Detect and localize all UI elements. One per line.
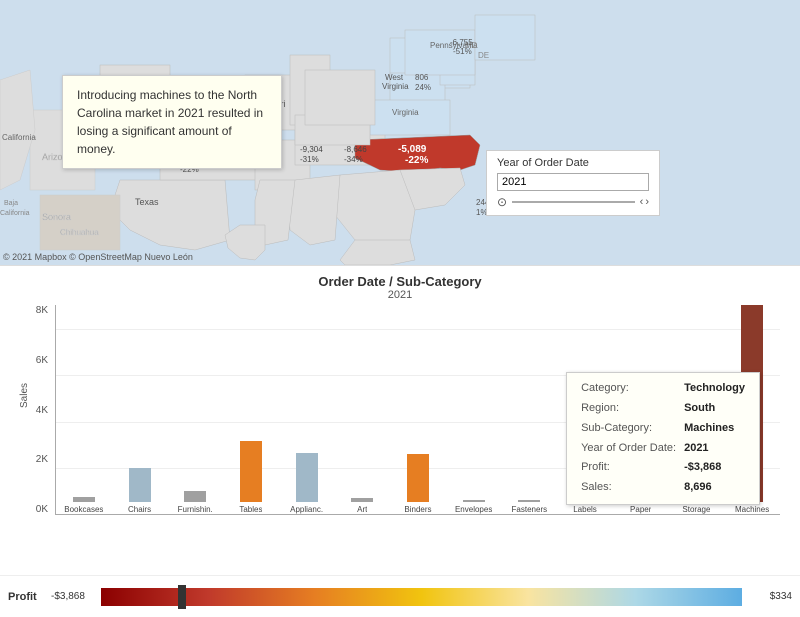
y-tick-0K: 0K xyxy=(36,504,48,515)
tooltip-sales-value: 8,696 xyxy=(680,478,749,498)
annotation-text: Introducing machines to the North Caroli… xyxy=(77,88,263,156)
next-arrow[interactable]: › xyxy=(645,196,649,208)
bar-label-11: Storage xyxy=(682,505,710,514)
y-tick-4K: 4K xyxy=(36,405,48,416)
year-filter[interactable]: Year of Order Date ⊙ ‹ › xyxy=(486,150,660,216)
bar-group-6[interactable]: Binders xyxy=(390,305,446,514)
svg-text:-9,304: -9,304 xyxy=(300,145,323,154)
svg-text:-31%: -31% xyxy=(300,155,319,164)
svg-text:West: West xyxy=(385,73,404,82)
tooltip-subcategory-label: Sub-Category: xyxy=(577,419,680,439)
bar-furnishin.[interactable] xyxy=(184,491,206,502)
tooltip-subcategory-value: Machines xyxy=(680,419,749,439)
profit-section: Profit -$3,868 $334 xyxy=(0,575,800,617)
profit-indicator xyxy=(178,585,186,609)
bar-binders[interactable] xyxy=(407,454,429,502)
svg-text:Virginia: Virginia xyxy=(382,82,409,91)
svg-text:Baja: Baja xyxy=(4,200,18,207)
profit-gradient-bar xyxy=(101,588,742,606)
tooltip-year-value: 2021 xyxy=(680,439,749,459)
svg-text:Virginia: Virginia xyxy=(392,108,419,117)
svg-text:Chihuahua: Chihuahua xyxy=(60,228,99,237)
chart-tooltip: Category: Technology Region: South Sub-C… xyxy=(566,372,760,505)
y-tick-6K: 6K xyxy=(36,355,48,366)
tooltip-profit-label: Profit: xyxy=(577,458,680,478)
year-filter-input[interactable] xyxy=(497,173,649,191)
bar-label-3: Tables xyxy=(239,505,262,514)
bar-label-2: Furnishin. xyxy=(178,505,213,514)
bar-label-9: Labels xyxy=(573,505,597,514)
bar-label-5: Art xyxy=(357,505,367,514)
bar-group-4[interactable]: Applianc. xyxy=(279,305,335,514)
bar-label-0: Bookcases xyxy=(64,505,103,514)
year-filter-controls: ⊙ ‹ › xyxy=(497,195,649,209)
annotation-box: Introducing machines to the North Caroli… xyxy=(62,75,282,169)
radio-icon[interactable]: ⊙ xyxy=(497,195,507,209)
tooltip-category-label: Category: xyxy=(577,379,680,399)
bar-tables[interactable] xyxy=(240,441,262,502)
map-credit: © 2021 Mapbox © OpenStreetMap Nuevo León xyxy=(3,252,193,262)
chart-title: Order Date / Sub-Category xyxy=(0,274,800,289)
svg-text:-8,646: -8,646 xyxy=(344,145,367,154)
tooltip-profit-value: -$3,868 xyxy=(680,458,749,478)
svg-text:Sonora: Sonora xyxy=(42,212,71,222)
svg-text:Texas: Texas xyxy=(135,197,159,207)
bar-label-10: Paper xyxy=(630,505,651,514)
map-section: Arizona Sonora Chihuahua Colorado Kansas… xyxy=(0,0,800,265)
chart-section: Order Date / Sub-Category 2021 Sales 0K2… xyxy=(0,265,800,575)
svg-text:806: 806 xyxy=(415,73,429,82)
tooltip-category-value: Technology xyxy=(680,379,749,399)
y-tick-8K: 8K xyxy=(36,305,48,316)
bar-label-7: Envelopes xyxy=(455,505,492,514)
y-axis: 0K 2K 4K 6K 8K xyxy=(20,305,52,515)
year-filter-label: Year of Order Date xyxy=(497,157,649,169)
bar-label-1: Chairs xyxy=(128,505,151,514)
bar-chairs[interactable] xyxy=(129,468,151,502)
chart-subtitle: 2021 xyxy=(0,289,800,301)
bar-group-5[interactable]: Art xyxy=(334,305,390,514)
bar-art[interactable] xyxy=(351,498,373,502)
svg-text:-5,089: -5,089 xyxy=(398,144,427,155)
bar-fasteners[interactable] xyxy=(518,500,540,502)
bar-group-7[interactable]: Envelopes xyxy=(446,305,502,514)
svg-text:-34%: -34% xyxy=(344,155,363,164)
bar-label-8: Fasteners xyxy=(512,505,548,514)
prev-arrow[interactable]: ‹ xyxy=(640,196,644,208)
year-slider-track[interactable] xyxy=(512,201,635,203)
bar-group-1[interactable]: Chairs xyxy=(112,305,168,514)
bar-bookcases[interactable] xyxy=(73,497,95,502)
svg-text:California: California xyxy=(0,210,30,217)
svg-text:DE: DE xyxy=(478,51,489,60)
profit-label: Profit xyxy=(8,591,43,603)
tooltip-year-label: Year of Order Date: xyxy=(577,439,680,459)
profit-value-left: -$3,868 xyxy=(51,591,93,602)
bar-label-12: Machines xyxy=(735,505,769,514)
bar-group-3[interactable]: Tables xyxy=(223,305,279,514)
svg-text:-22%: -22% xyxy=(405,155,428,166)
bar-label-6: Binders xyxy=(404,505,431,514)
tooltip-region-label: Region: xyxy=(577,399,680,419)
svg-text:-51%: -51% xyxy=(453,47,472,56)
svg-text:California: California xyxy=(2,133,36,142)
tooltip-region-value: South xyxy=(680,399,749,419)
svg-text:24%: 24% xyxy=(415,83,431,92)
bar-applianc.[interactable] xyxy=(296,453,318,502)
bar-label-4: Applianc. xyxy=(290,505,323,514)
y-tick-2K: 2K xyxy=(36,454,48,465)
bar-envelopes[interactable] xyxy=(463,500,485,502)
tooltip-sales-label: Sales: xyxy=(577,478,680,498)
bar-group-2[interactable]: Furnishin. xyxy=(167,305,223,514)
chart-area: Sales 0K2K4K6K8K BookcasesChairsFurnishi… xyxy=(20,305,780,535)
profit-value-right: $334 xyxy=(750,591,792,602)
bar-group-0[interactable]: Bookcases xyxy=(56,305,112,514)
svg-text:-6,755: -6,755 xyxy=(450,38,473,47)
bar-group-8[interactable]: Fasteners xyxy=(502,305,558,514)
